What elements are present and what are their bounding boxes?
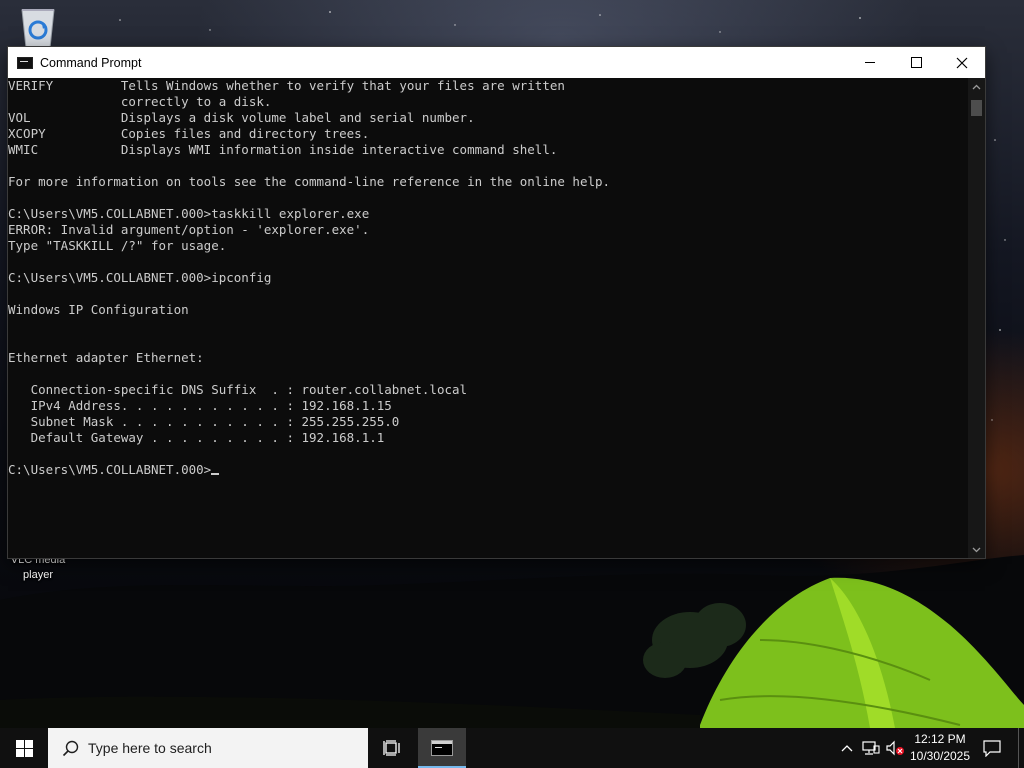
maximize-icon (910, 57, 922, 68)
command-prompt-window[interactable]: Command Prompt VERIFY Tells Windows whet… (8, 47, 985, 558)
console-line: XCOPY Copies files and directory trees. (8, 126, 370, 141)
cmd-icon (431, 740, 453, 756)
window-title: Command Prompt (40, 55, 142, 70)
console-line: Type "TASKKILL /?" for usage. (8, 238, 227, 253)
console-line: Ethernet adapter Ethernet: (8, 350, 204, 365)
scroll-down-button[interactable] (968, 541, 985, 558)
vlc-icon-label: VLC media player (10, 554, 66, 581)
notification-icon (983, 739, 1001, 757)
close-icon (956, 57, 968, 68)
text-cursor (211, 473, 220, 475)
taskbar: Type here to search 12:12 PM 10/30/2025 (0, 728, 1024, 768)
recycle-bin-desktop-icon[interactable] (14, 4, 62, 50)
vertical-scrollbar[interactable] (968, 78, 985, 558)
show-desktop-button[interactable] (1018, 728, 1024, 768)
windows-logo-icon (15, 739, 33, 757)
console-line: IPv4 Address. . . . . . . . . . . : 192.… (8, 398, 392, 413)
volume-muted-icon (886, 740, 904, 756)
console-line: correctly to a disk. (8, 94, 272, 109)
minimize-icon (865, 62, 875, 63)
console-line: VERIFY Tells Windows whether to verify t… (8, 78, 565, 93)
console-line: For more information on tools see the co… (8, 174, 611, 189)
recycle-bin-icon (21, 9, 55, 49)
clock-date: 10/30/2025 (909, 749, 971, 763)
console-line: WMIC Displays WMI information inside int… (8, 142, 558, 157)
network-button[interactable] (862, 728, 880, 768)
start-button[interactable] (0, 728, 48, 768)
console-output[interactable]: VERIFY Tells Windows whether to verify t… (8, 78, 968, 558)
taskbar-command-prompt-button[interactable] (418, 728, 466, 768)
cmd-icon (17, 56, 33, 69)
taskbar-search-box[interactable]: Type here to search (48, 728, 368, 768)
console-line: ERROR: Invalid argument/option - 'explor… (8, 222, 370, 237)
close-button[interactable] (939, 47, 985, 78)
notifications-button[interactable] (978, 728, 1006, 768)
console-line: C:\Users\VM5.COLLABNET.000>taskkill expl… (8, 206, 370, 221)
console-line: Subnet Mask . . . . . . . . . . . : 255.… (8, 414, 400, 429)
show-hidden-icons-button[interactable] (838, 728, 856, 768)
clock-time: 12:12 PM (914, 732, 966, 746)
title-bar[interactable]: Command Prompt (8, 47, 985, 78)
search-icon (62, 740, 79, 756)
volume-button[interactable] (885, 728, 905, 768)
chevron-up-icon (841, 745, 853, 752)
scroll-thumb[interactable] (971, 100, 982, 116)
console-line: VOL Displays a disk volume label and ser… (8, 110, 475, 125)
chevron-down-icon (972, 547, 981, 552)
scroll-up-button[interactable] (968, 78, 985, 95)
search-placeholder: Type here to search (88, 740, 212, 756)
console-line: Connection-specific DNS Suffix . : route… (8, 382, 468, 397)
console-line: Default Gateway . . . . . . . . . : 192.… (8, 430, 385, 445)
task-view-button[interactable] (368, 728, 416, 768)
maximize-button[interactable] (893, 47, 939, 78)
taskbar-clock[interactable]: 12:12 PM 10/30/2025 (905, 728, 975, 768)
console-line: C:\Users\VM5.COLLABNET.000>ipconfig (8, 270, 272, 285)
task-view-icon (383, 740, 400, 756)
command-prompt-line[interactable]: C:\Users\VM5.COLLABNET.000> (8, 462, 968, 478)
chevron-up-icon (972, 84, 981, 89)
console-line: Windows IP Configuration (8, 302, 189, 317)
prompt-text: C:\Users\VM5.COLLABNET.000> (8, 462, 212, 477)
minimize-button[interactable] (847, 47, 893, 78)
network-icon (862, 741, 880, 755)
